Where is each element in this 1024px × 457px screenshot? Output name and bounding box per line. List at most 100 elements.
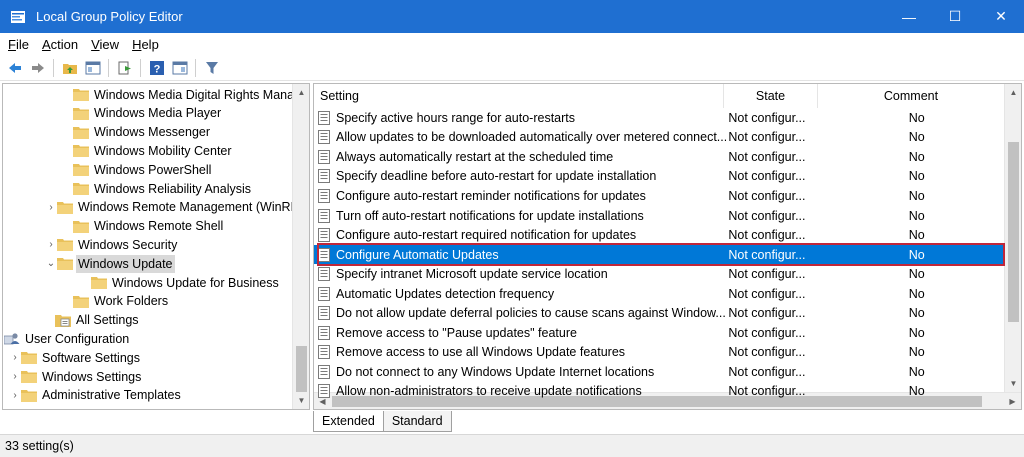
scroll-down-arrow-icon[interactable]: ▼ (293, 392, 309, 409)
tree-item[interactable]: Windows Reliability Analysis (61, 179, 251, 198)
folder-icon (73, 88, 89, 101)
table-row[interactable]: Do not allow update deferral policies to… (314, 304, 1004, 324)
tree-item[interactable]: Windows PowerShell (61, 160, 211, 179)
expand-chevron-icon[interactable]: › (45, 235, 57, 254)
table-row[interactable]: Remove access to use all Windows Update … (314, 343, 1004, 363)
tree-item[interactable]: Windows Media Digital Rights Management (61, 85, 309, 104)
scroll-thumb[interactable] (296, 346, 307, 392)
tree-item[interactable]: ⌄User Configuration (3, 329, 130, 348)
tree-item[interactable]: All Settings (43, 311, 139, 330)
tree-item[interactable]: › Windows Security (45, 235, 177, 254)
setting-name: Do not allow update deferral policies to… (336, 306, 726, 321)
setting-cell: Automatic Updates detection frequency (314, 286, 726, 301)
table-row[interactable]: Allow non-administrators to receive upda… (314, 382, 1004, 402)
export-list-button[interactable] (114, 57, 136, 79)
tree-item[interactable]: Windows Remote Shell (61, 217, 223, 236)
setting-cell: Do not allow update deferral policies to… (314, 306, 726, 321)
tab-extended[interactable]: Extended (313, 411, 384, 432)
tree-pane[interactable]: › Administrative Templates › Windows Settin… (2, 83, 310, 410)
policy-setting-icon (318, 247, 330, 262)
tree-item-label: Windows Mobility Center (94, 143, 232, 158)
folder-icon (73, 126, 89, 139)
expand-chevron-icon[interactable]: › (9, 348, 21, 367)
group-policy-app-icon (10, 9, 26, 25)
tree-item[interactable]: Windows Mobility Center (61, 141, 232, 160)
table-row[interactable]: Specify deadline before auto-restart for… (314, 167, 1004, 187)
folder-icon (73, 107, 89, 120)
list-vertical-scrollbar[interactable]: ▲ ▼ (1004, 84, 1021, 392)
back-button[interactable] (4, 57, 26, 79)
policy-setting-icon (318, 149, 330, 164)
close-button[interactable]: ✕ (978, 0, 1024, 33)
expand-chevron-icon[interactable]: › (9, 367, 21, 386)
comment-cell: No (908, 188, 925, 203)
tab-standard[interactable]: Standard (382, 411, 452, 432)
comment-cell: No (908, 364, 925, 379)
menu-view[interactable]: View (86, 37, 124, 52)
tree-item-label: Windows Settings (42, 369, 142, 384)
help-button[interactable]: ? (146, 57, 168, 79)
tree-vertical-scrollbar[interactable]: ▲ ▼ (292, 84, 309, 409)
table-row[interactable]: Turn off auto-restart notifications for … (314, 206, 1004, 226)
help-icon: ? (150, 60, 164, 75)
table-row[interactable]: Specify active hours range for auto-rest… (314, 108, 1004, 128)
setting-cell: Allow non-administrators to receive upda… (314, 384, 726, 399)
menu-help[interactable]: Help (127, 37, 164, 52)
expand-chevron-icon[interactable]: › (45, 198, 57, 217)
table-row[interactable]: Always automatically restart at the sche… (314, 147, 1004, 167)
column-header-state[interactable]: State (724, 84, 818, 108)
tree-item[interactable]: Windows Media Player (61, 104, 221, 123)
tree-item[interactable]: Windows Update for Business (79, 273, 279, 292)
tree-item[interactable]: › Windows Settings (9, 367, 141, 386)
menu-action[interactable]: Action (37, 37, 83, 52)
menu-file[interactable]: File (3, 37, 34, 52)
folder-icon (73, 220, 89, 233)
scroll-up-arrow-icon[interactable]: ▲ (1005, 84, 1021, 101)
table-row[interactable]: Configure Automatic Updates Not configur.… (314, 244, 1004, 265)
filter-icon (206, 61, 218, 74)
collapse-chevron-icon[interactable]: ⌄ (45, 254, 57, 273)
setting-cell: Specify intranet Microsoft update servic… (314, 267, 726, 282)
tree-item[interactable]: Windows Messenger (61, 123, 210, 142)
tree-item-label: Windows Reliability Analysis (94, 181, 252, 196)
tree-item-label: User Configuration (25, 331, 130, 346)
scroll-thumb[interactable] (1008, 142, 1019, 322)
expand-chevron-icon[interactable]: › (9, 386, 21, 405)
state-cell: Not configur... (728, 364, 806, 379)
table-row[interactable]: Remove access to "Pause updates" feature… (314, 323, 1004, 343)
setting-name: Always automatically restart at the sche… (336, 149, 614, 164)
setting-name: Configure auto-restart required notifica… (336, 228, 637, 243)
tree-item[interactable]: › Software Settings (9, 348, 140, 367)
column-header-comment[interactable]: Comment (818, 84, 1004, 108)
table-row[interactable]: Automatic Updates detection frequency Not… (314, 284, 1004, 304)
menu-view-accel: V (91, 36, 100, 52)
up-one-level-button[interactable] (59, 57, 81, 79)
scroll-right-arrow-icon[interactable]: ▶ (1004, 393, 1021, 409)
maximize-button[interactable]: ☐ (932, 0, 978, 33)
state-cell: Not configur... (728, 130, 806, 145)
tree-item[interactable]: Work Folders (61, 292, 168, 311)
minimize-button[interactable]: — (886, 0, 932, 33)
filter-button[interactable] (201, 57, 223, 79)
forward-button[interactable] (27, 57, 49, 79)
table-row[interactable]: Allow updates to be downloaded automatic… (314, 128, 1004, 148)
column-header-setting[interactable]: Setting (314, 84, 724, 108)
comment-cell: No (908, 345, 925, 360)
table-row[interactable]: Specify intranet Microsoft update servic… (314, 264, 1004, 284)
scroll-up-arrow-icon[interactable]: ▲ (293, 84, 309, 101)
table-row[interactable]: Do not connect to any Windows Update Int… (314, 362, 1004, 382)
show-hide-tree-button[interactable] (82, 57, 104, 79)
policy-setting-icon (318, 286, 330, 301)
menu-file-label: ile (15, 36, 29, 52)
tree-item-label: Windows Media Digital Rights Management (94, 87, 309, 102)
svg-text:?: ? (154, 63, 161, 75)
tree-item[interactable]: › Administrative Templates (9, 386, 180, 405)
tree-item[interactable]: ⌄ Windows Update (45, 254, 175, 273)
table-row[interactable]: Configure auto-restart reminder notifica… (314, 186, 1004, 206)
table-row[interactable]: Configure auto-restart required notifica… (314, 225, 1004, 245)
scroll-down-arrow-icon[interactable]: ▼ (1005, 375, 1021, 392)
toolbar-separator (195, 58, 196, 77)
comment-cell: No (908, 169, 925, 184)
tree-item[interactable]: › Windows Remote Management (WinRM) (45, 198, 305, 217)
show-hide-action-pane-button[interactable] (169, 57, 191, 79)
